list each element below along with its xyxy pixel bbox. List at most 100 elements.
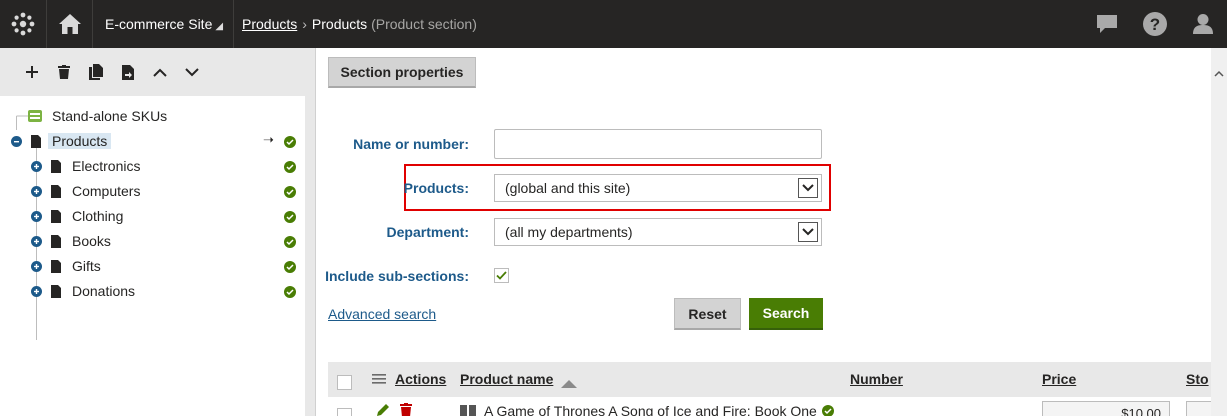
chevron-down-icon[interactable]	[798, 178, 818, 198]
caret-down-icon: ◢	[215, 21, 224, 32]
expand-icon[interactable]	[31, 261, 42, 272]
tree-node-label: Products	[48, 133, 112, 149]
collapse-icon[interactable]	[11, 136, 22, 147]
tree-node-label: Gifts	[72, 258, 101, 274]
document-icon	[51, 285, 61, 298]
vertical-scrollbar[interactable]	[1211, 48, 1227, 416]
tree-node-label: Donations	[72, 283, 136, 299]
copy-icon[interactable]	[86, 62, 106, 82]
published-check-icon	[284, 136, 296, 148]
menu-lines-icon[interactable]	[372, 372, 386, 388]
sku-icon	[27, 108, 43, 127]
up-icon[interactable]	[150, 62, 170, 82]
tree-node-label: Stand-alone SKUs	[52, 108, 168, 124]
tree-node-label: Clothing	[72, 208, 124, 224]
column-actions[interactable]: Actions	[395, 371, 446, 387]
breadcrumb-detail: (Product section)	[371, 16, 477, 32]
home-icon[interactable]	[46, 0, 92, 48]
name-or-number-input[interactable]	[494, 129, 822, 159]
sort-ascending-icon	[561, 375, 577, 391]
tree-node[interactable]: Books	[0, 231, 305, 253]
down-icon[interactable]	[182, 62, 202, 82]
tree-node[interactable]: Computers	[0, 181, 305, 203]
site-selector[interactable]: E-commerce Site ◢	[92, 0, 234, 48]
chat-icon[interactable]	[1090, 0, 1124, 48]
published-check-icon	[284, 161, 296, 173]
expand-icon[interactable]	[31, 236, 42, 247]
arrow-right-icon: ➝	[263, 132, 274, 147]
tree-node-products[interactable]: Products ➝	[0, 131, 305, 153]
header-bar: E-commerce Site ◢ Products › Products (Prod…	[0, 0, 1227, 48]
tree-node-label: Computers	[72, 183, 141, 199]
expand-icon[interactable]	[31, 286, 42, 297]
chevron-right-icon: ›	[302, 16, 307, 32]
name-or-number-label: Name or number:	[353, 136, 469, 152]
document-icon	[51, 160, 61, 173]
tree-node-label: Electronics	[72, 158, 141, 174]
kentico-logo-icon[interactable]	[0, 0, 46, 48]
tree-node[interactable]: Donations	[0, 281, 305, 303]
tree-node[interactable]: Clothing	[0, 206, 305, 228]
published-check-icon	[822, 405, 834, 416]
reset-button[interactable]: Reset	[674, 298, 741, 330]
tree-node-label: Books	[72, 233, 111, 249]
search-button[interactable]: Search	[749, 298, 823, 330]
scroll-up-icon[interactable]	[1214, 64, 1224, 80]
add-icon[interactable]	[22, 62, 42, 82]
delete-icon[interactable]	[400, 403, 412, 416]
product-icon	[460, 404, 476, 416]
breadcrumb-products-link[interactable]: Products	[242, 16, 297, 32]
document-icon	[51, 235, 61, 248]
select-all-checkbox[interactable]	[337, 375, 352, 390]
column-price[interactable]: Price	[1042, 371, 1076, 387]
column-stock[interactable]: Sto	[1186, 371, 1209, 387]
delete-icon[interactable]	[54, 62, 74, 82]
expand-icon[interactable]	[31, 186, 42, 197]
published-check-icon	[284, 236, 296, 248]
column-number[interactable]: Number	[850, 371, 903, 387]
products-select[interactable]: (global and this site)	[494, 174, 822, 202]
table-row: A Game of Thrones A Song of Ice and Fire…	[328, 397, 1211, 416]
move-icon[interactable]	[118, 62, 138, 82]
products-label: Products:	[403, 180, 469, 196]
column-product-name[interactable]: Product name	[460, 371, 553, 387]
published-check-icon	[284, 286, 296, 298]
price-field[interactable]: $10.00	[1042, 401, 1170, 416]
tree-node-stand-alone-skus[interactable]: Stand-alone SKUs	[0, 106, 305, 128]
user-icon[interactable]	[1186, 0, 1220, 48]
price-value: $10.00	[1121, 406, 1161, 416]
chevron-down-icon[interactable]	[798, 222, 818, 242]
document-icon	[51, 210, 61, 223]
document-icon	[51, 185, 61, 198]
content-tree-panel: Stand-alone SKUs Products ➝ Electronics C…	[0, 48, 305, 416]
site-selector-label: E-commerce Site	[105, 16, 213, 32]
advanced-search-link[interactable]: Advanced search	[328, 306, 436, 322]
department-label: Department:	[386, 224, 469, 240]
edit-icon[interactable]	[376, 403, 390, 416]
expand-icon[interactable]	[31, 161, 42, 172]
include-subsections-label: Include sub-sections:	[325, 268, 469, 284]
published-check-icon	[284, 261, 296, 273]
products-select-value: (global and this site)	[505, 180, 631, 196]
published-check-icon	[284, 186, 296, 198]
grid-header: Actions Product name Number Price Sto	[328, 362, 1211, 397]
section-properties-button[interactable]: Section properties	[328, 57, 476, 88]
expand-icon[interactable]	[31, 211, 42, 222]
include-subsections-checkbox[interactable]	[494, 268, 509, 283]
tree-node[interactable]: Electronics	[0, 156, 305, 178]
stock-field[interactable]	[1186, 401, 1211, 416]
document-icon	[31, 135, 41, 148]
department-select[interactable]: (all my departments)	[494, 218, 822, 246]
department-select-value: (all my departments)	[505, 224, 633, 240]
panel-splitter[interactable]	[305, 48, 315, 416]
row-checkbox[interactable]	[337, 408, 352, 416]
document-icon	[51, 260, 61, 273]
product-name[interactable]: A Game of Thrones A Song of Ice and Fire…	[484, 403, 817, 416]
published-check-icon	[284, 211, 296, 223]
tree-toolbar	[0, 48, 305, 96]
panel-divider	[315, 48, 316, 416]
help-icon[interactable]: ?	[1138, 0, 1172, 48]
tree-node[interactable]: Gifts	[0, 256, 305, 278]
breadcrumb-current: Products	[311, 16, 368, 32]
svg-text:?: ?	[1150, 15, 1160, 34]
